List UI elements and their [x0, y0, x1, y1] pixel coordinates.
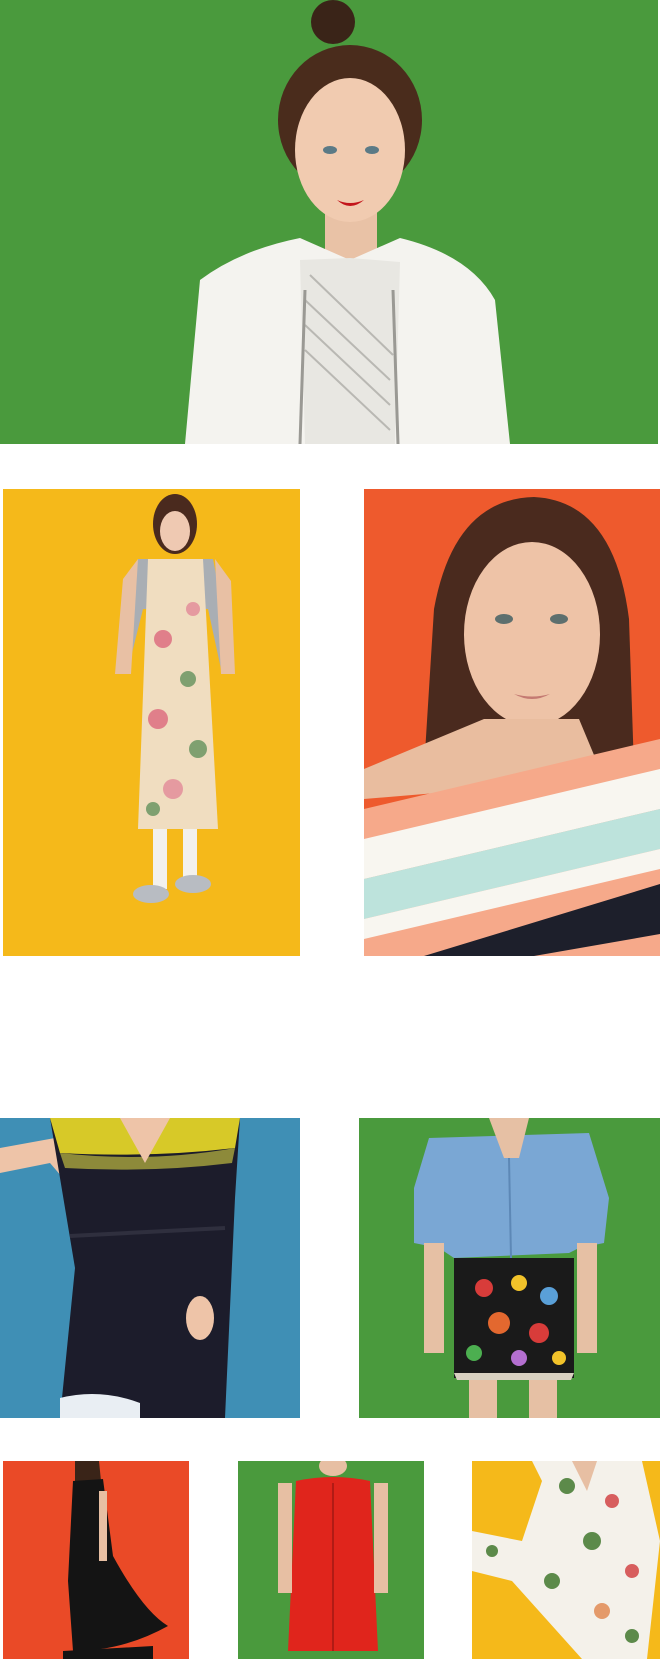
photo-white-bomber-jacket[interactable]	[0, 0, 658, 444]
photo-image	[0, 1118, 300, 1418]
lookbook-gallery	[0, 0, 660, 1659]
photo-striped-off-shoulder-top[interactable]	[364, 489, 660, 956]
photo-image	[0, 0, 658, 444]
photo-image	[3, 489, 300, 956]
photo-image	[359, 1118, 660, 1418]
photo-image	[3, 1461, 189, 1659]
photo-navy-wrap-dress[interactable]	[0, 1118, 300, 1418]
photo-floral-pyjama-set[interactable]	[472, 1461, 660, 1659]
photo-image	[238, 1461, 424, 1659]
photo-denim-shirt-embroidered-skirt[interactable]	[359, 1118, 660, 1418]
photo-black-slip-dress[interactable]	[3, 1461, 189, 1659]
photo-red-shift-dress[interactable]	[238, 1461, 424, 1659]
photo-image	[364, 489, 660, 956]
photo-image	[472, 1461, 660, 1659]
photo-floral-midi-dress[interactable]	[3, 489, 300, 956]
